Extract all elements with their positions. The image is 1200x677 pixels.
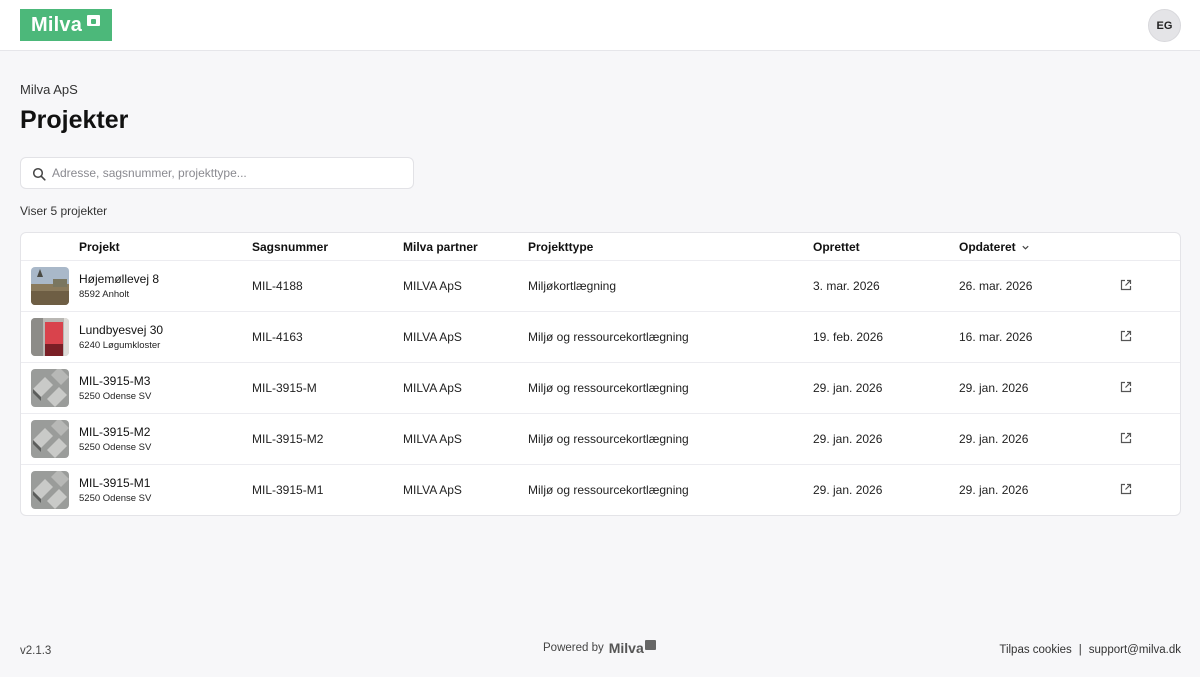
logo-house-icon bbox=[87, 15, 100, 26]
created-date: 19. feb. 2026 bbox=[813, 330, 884, 344]
logo-house-icon bbox=[644, 640, 656, 650]
powered-by-logo[interactable]: Milva bbox=[609, 640, 656, 656]
project-address: 5250 Odense SV bbox=[79, 493, 152, 504]
partner: MILVA ApS bbox=[403, 381, 462, 395]
external-link-icon[interactable] bbox=[1120, 381, 1132, 393]
external-link-icon[interactable] bbox=[1120, 330, 1132, 342]
table-row[interactable]: MIL-3915-M3 5250 Odense SV MIL-3915-M MI… bbox=[21, 363, 1180, 414]
column-header-project[interactable]: Projekt bbox=[79, 240, 120, 254]
project-thumbnail bbox=[31, 318, 69, 356]
table-row[interactable]: MIL-3915-M1 5250 Odense SV MIL-3915-M1 M… bbox=[21, 465, 1180, 515]
footer-separator: | bbox=[1078, 644, 1082, 656]
created-date: 3. mar. 2026 bbox=[813, 279, 880, 293]
updated-date: 26. mar. 2026 bbox=[959, 279, 1033, 293]
search-input[interactable] bbox=[52, 159, 407, 187]
external-link-icon[interactable] bbox=[1120, 483, 1132, 495]
external-link-icon[interactable] bbox=[1120, 432, 1132, 444]
project-thumbnail bbox=[31, 267, 69, 305]
created-date: 29. jan. 2026 bbox=[813, 483, 883, 497]
page-title: Projekter bbox=[20, 106, 129, 134]
projects-table: Projekt Sagsnummer Milva partner Projekt… bbox=[20, 232, 1181, 516]
project-name: MIL-3915-M2 bbox=[79, 425, 151, 439]
case-number: MIL-3915-M1 bbox=[252, 483, 324, 497]
project-type: Miljø og ressourcekortlægning bbox=[528, 381, 689, 395]
column-header-updated[interactable]: Opdateret bbox=[959, 240, 1030, 254]
project-type: Miljø og ressourcekortlægning bbox=[528, 483, 689, 497]
project-name: MIL-3915-M3 bbox=[79, 374, 151, 388]
footer-links: Tilpas cookies | support@milva.dk bbox=[999, 644, 1181, 656]
partner: MILVA ApS bbox=[403, 483, 462, 497]
project-thumbnail bbox=[31, 471, 69, 509]
top-bar: Milva EG bbox=[0, 0, 1200, 51]
powered-by-text: Powered by bbox=[543, 642, 604, 654]
result-count: Viser 5 projekter bbox=[20, 204, 108, 218]
column-header-partner[interactable]: Milva partner bbox=[403, 240, 478, 254]
project-thumbnail bbox=[31, 369, 69, 407]
project-type: Miljøkortlægning bbox=[528, 279, 617, 293]
powered-by-logo-text: Milva bbox=[608, 640, 644, 656]
project-address: 5250 Odense SV bbox=[79, 391, 152, 402]
table-row[interactable]: Højemøllevej 8 8592 Anholt MIL-4188 MILV… bbox=[21, 261, 1180, 312]
case-number: MIL-4188 bbox=[252, 279, 303, 293]
project-address: 8592 Anholt bbox=[79, 289, 130, 300]
updated-date: 29. jan. 2026 bbox=[959, 483, 1029, 497]
project-name: Lundbyesvej 30 bbox=[79, 323, 164, 337]
case-number: MIL-3915-M bbox=[252, 381, 317, 395]
created-date: 29. jan. 2026 bbox=[813, 381, 883, 395]
chevron-down-icon bbox=[1022, 245, 1029, 250]
table-row[interactable]: MIL-3915-M2 5250 Odense SV MIL-3915-M2 M… bbox=[21, 414, 1180, 465]
support-email-link[interactable]: support@milva.dk bbox=[1089, 644, 1181, 656]
project-type: Miljø og ressourcekortlægning bbox=[528, 330, 689, 344]
case-number: MIL-3915-M2 bbox=[252, 432, 324, 446]
milva-logo[interactable]: Milva bbox=[20, 9, 112, 41]
project-thumbnail bbox=[31, 420, 69, 458]
search-icon bbox=[32, 167, 46, 181]
project-name: Højemøllevej 8 bbox=[79, 272, 160, 286]
column-header-created[interactable]: Oprettet bbox=[813, 240, 860, 254]
case-number: MIL-4163 bbox=[252, 330, 303, 344]
cookie-settings-link[interactable]: Tilpas cookies bbox=[999, 644, 1071, 656]
updated-date: 29. jan. 2026 bbox=[959, 432, 1029, 446]
search-box bbox=[20, 157, 414, 189]
created-date: 29. jan. 2026 bbox=[813, 432, 883, 446]
project-name: MIL-3915-M1 bbox=[79, 476, 151, 490]
updated-date: 16. mar. 2026 bbox=[959, 330, 1033, 344]
project-address: 6240 Løgumkloster bbox=[79, 340, 161, 351]
table-header: Projekt Sagsnummer Milva partner Projekt… bbox=[21, 233, 1180, 261]
user-avatar[interactable]: EG bbox=[1148, 9, 1181, 42]
updated-date: 29. jan. 2026 bbox=[959, 381, 1029, 395]
column-header-case-number[interactable]: Sagsnummer bbox=[252, 240, 328, 254]
partner: MILVA ApS bbox=[403, 330, 462, 344]
table-row[interactable]: Lundbyesvej 30 6240 Løgumkloster MIL-416… bbox=[21, 312, 1180, 363]
column-header-updated-label: Opdateret bbox=[959, 240, 1016, 254]
partner: MILVA ApS bbox=[403, 279, 462, 293]
logo-text: Milva bbox=[31, 13, 83, 36]
partner: MILVA ApS bbox=[403, 432, 462, 446]
project-type: Miljø og ressourcekortlægning bbox=[528, 432, 689, 446]
column-header-project-type[interactable]: Projekttype bbox=[528, 240, 593, 254]
app-version: v2.1.3 bbox=[20, 645, 52, 657]
external-link-icon[interactable] bbox=[1120, 279, 1132, 291]
organization-name: Milva ApS bbox=[20, 82, 78, 97]
project-address: 5250 Odense SV bbox=[79, 442, 152, 453]
powered-by: Powered by Milva bbox=[543, 640, 656, 656]
